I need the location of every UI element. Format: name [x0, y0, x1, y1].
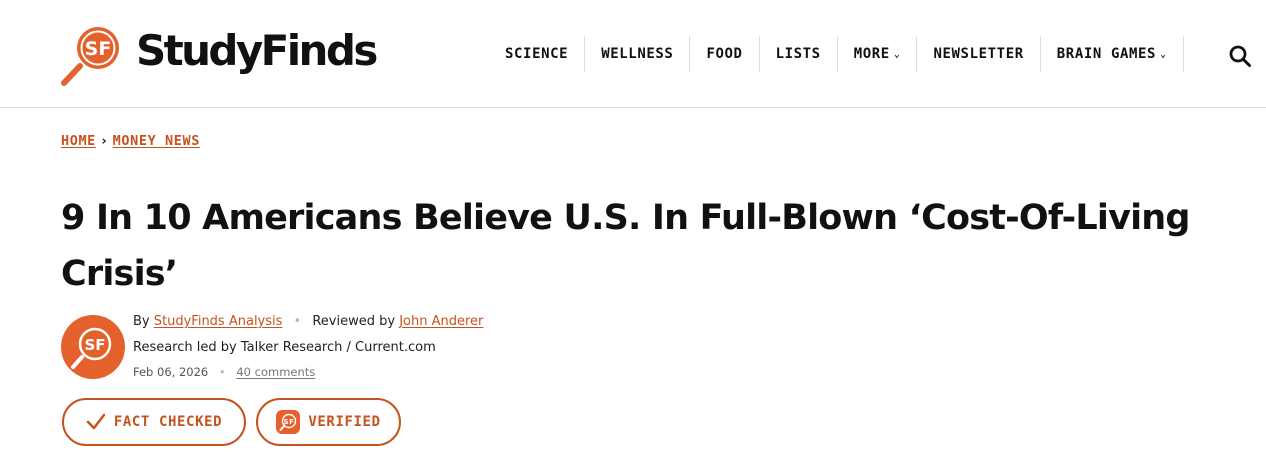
site-logo-text: StudyFinds	[136, 26, 378, 75]
publish-date: Feb 06, 2026	[133, 365, 209, 379]
svg-text:SF: SF	[84, 336, 105, 354]
author-link[interactable]: StudyFinds Analysis	[154, 314, 283, 329]
site-logo[interactable]: SF StudyFinds	[60, 22, 378, 88]
sf-logo-icon: SF	[276, 410, 301, 434]
byline-prefix: By	[133, 314, 150, 329]
verified-badge[interactable]: SF VERIFIED	[256, 398, 401, 446]
byline: By StudyFinds Analysis • Reviewed by Joh…	[133, 314, 483, 329]
chevron-down-icon: ⌄	[1160, 48, 1167, 60]
svg-text:SF: SF	[284, 418, 295, 426]
research-credit: Research led by Talker Research / Curren…	[133, 340, 436, 355]
verified-label: VERIFIED	[308, 414, 381, 430]
magnifier-logo-icon: SF	[61, 27, 119, 86]
meta-dot: •	[293, 314, 302, 329]
site-header: SF StudyFinds SCIENCE WELLNESS FOOD LIST…	[0, 0, 1266, 108]
main-nav: SCIENCE WELLNESS FOOD LISTS MORE ⌄ NEWSLE…	[489, 36, 1184, 72]
nav-item-wellness[interactable]: WELLNESS	[585, 36, 691, 72]
search-icon[interactable]	[1228, 44, 1252, 68]
comments-link[interactable]: 40 comments	[236, 365, 315, 379]
meta-dot: •	[218, 365, 226, 379]
nav-item-food[interactable]: FOOD	[690, 36, 760, 72]
nav-item-brain-games[interactable]: BRAIN GAMES ⌄	[1041, 36, 1184, 72]
fact-checked-badge[interactable]: FACT CHECKED	[62, 398, 246, 446]
article-meta: Feb 06, 2026 • 40 comments	[133, 365, 315, 379]
reviewer-link[interactable]: John Anderer	[399, 314, 483, 329]
chevron-down-icon: ⌄	[893, 48, 901, 60]
nav-item-more[interactable]: MORE ⌄	[838, 36, 918, 72]
article-title: 9 In 10 Americans Believe U.S. In Full-B…	[61, 198, 1190, 294]
breadcrumb: HOME › MONEY NEWS	[61, 133, 200, 149]
nav-item-lists[interactable]: LISTS	[760, 36, 838, 72]
author-avatar[interactable]: SF	[61, 315, 125, 379]
svg-text:SF: SF	[85, 38, 112, 60]
nav-item-newsletter[interactable]: NEWSLETTER	[917, 36, 1041, 72]
reviewed-prefix: Reviewed by	[312, 314, 396, 329]
breadcrumb-section-link[interactable]: MONEY NEWS	[113, 133, 200, 149]
checkmark-icon	[86, 413, 106, 431]
breadcrumb-separator: ›	[99, 133, 109, 149]
breadcrumb-home-link[interactable]: HOME	[61, 133, 96, 149]
nav-item-science[interactable]: SCIENCE	[489, 36, 586, 72]
fact-checked-label: FACT CHECKED	[113, 414, 223, 430]
